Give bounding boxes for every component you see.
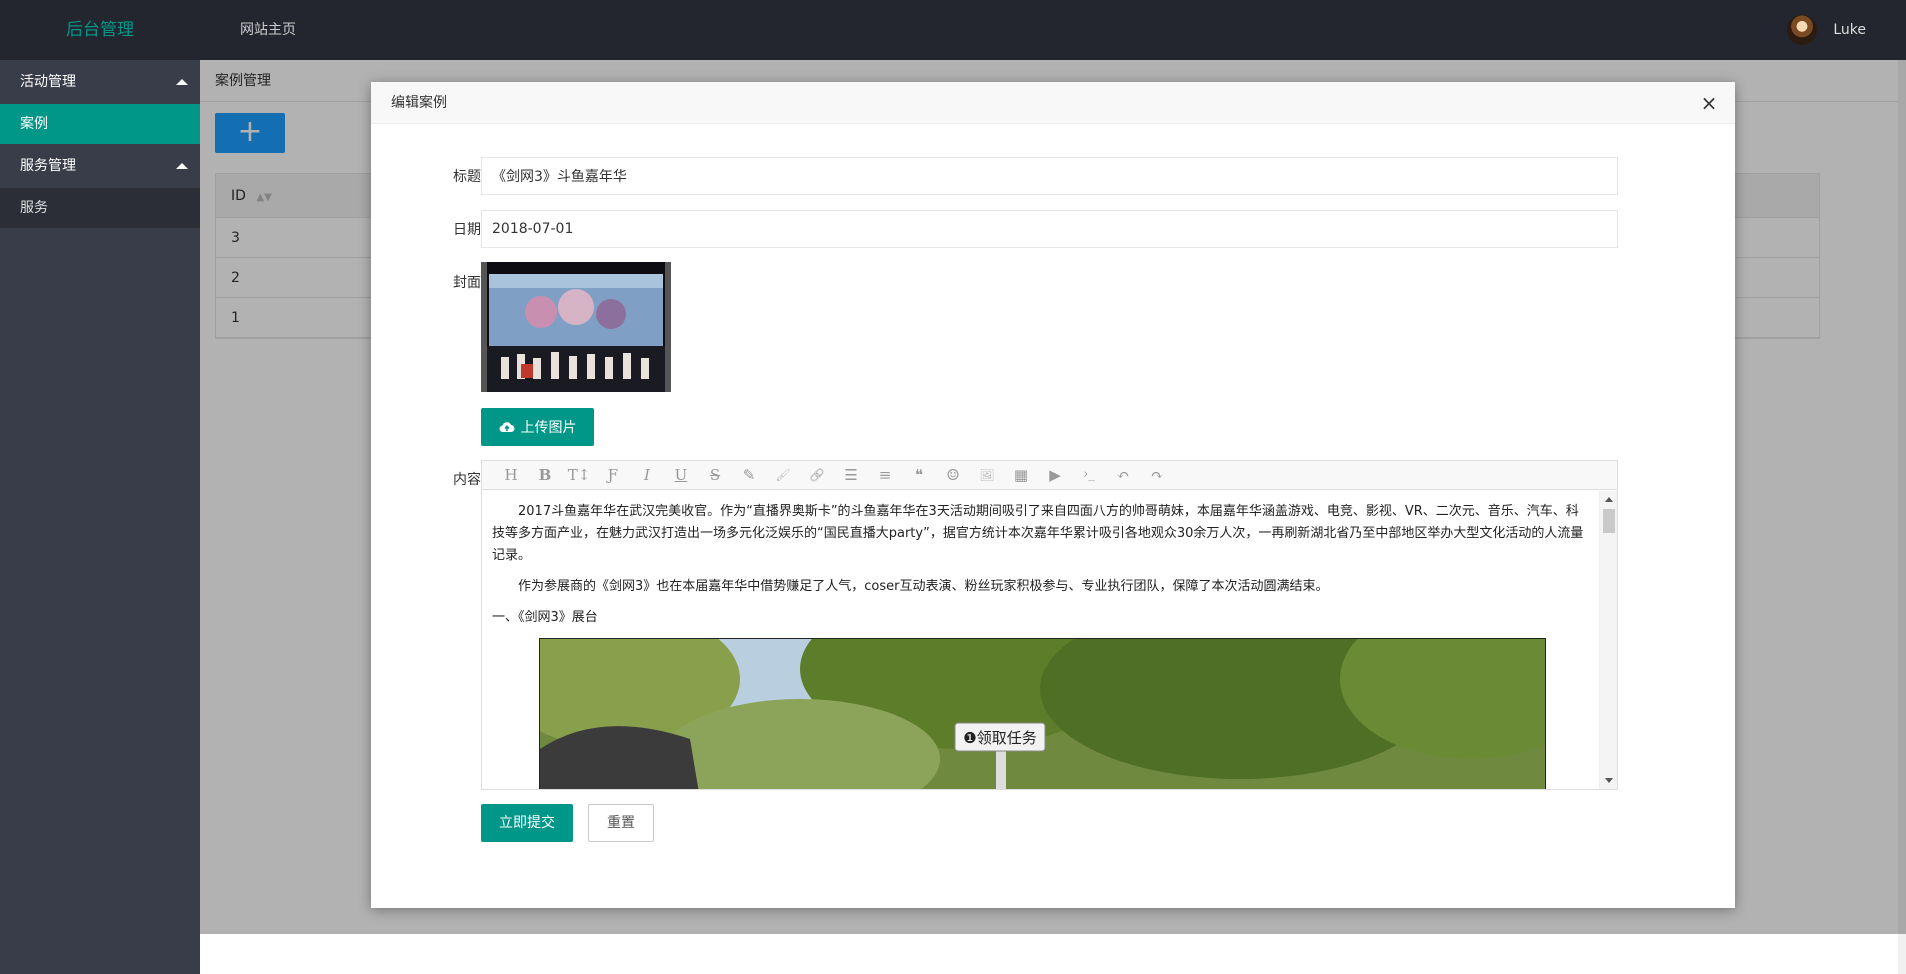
date-field[interactable] <box>481 210 1618 248</box>
scroll-up-icon[interactable] <box>1605 497 1613 502</box>
content-paragraph: 作为参展商的《剑网3》也在本届嘉年华中借势赚足了人气，coser互动表演、粉丝玩… <box>518 579 1329 594</box>
strikethrough-icon[interactable]: S <box>698 461 732 489</box>
redo-icon[interactable]: ↷ <box>1140 461 1174 489</box>
sidebar-group-label: 服务管理 <box>20 158 76 174</box>
caret-up-icon <box>176 163 188 169</box>
nav-website-home[interactable]: 网站主页 <box>240 0 296 60</box>
italic-icon[interactable]: I <box>630 461 664 489</box>
sidebar: 活动管理 案例 服务管理 服务 <box>0 60 200 974</box>
app-logo[interactable]: 后台管理 <box>0 0 200 60</box>
sidebar-group-label: 活动管理 <box>20 74 76 90</box>
caret-up-icon <box>176 79 188 85</box>
editor-toolbar: H B T↕ Ƒ I U S ✎ 🖌 🔗 ☰ ≡ ❝ ☺ 🖼 ▦ ▶ ›_ ↶ … <box>482 461 1617 490</box>
scroll-down-icon[interactable] <box>1605 778 1613 783</box>
date-label: 日期 <box>453 222 481 238</box>
avatar[interactable] <box>1787 15 1818 45</box>
scroll-thumb[interactable] <box>1603 509 1615 533</box>
undo-icon[interactable]: ↶ <box>1106 461 1140 489</box>
reset-button[interactable]: 重置 <box>588 804 654 842</box>
link-icon[interactable]: 🔗 <box>800 461 834 489</box>
sidebar-item-service[interactable]: 服务 <box>0 188 200 228</box>
font-family-icon[interactable]: Ƒ <box>596 461 630 489</box>
edit-case-dialog: 编辑案例 × 标题 日期 封面 <box>371 82 1735 908</box>
title-label: 标题 <box>453 169 481 185</box>
cover-label: 封面 <box>453 275 481 291</box>
sidebar-item-case[interactable]: 案例 <box>0 104 200 144</box>
submit-button[interactable]: 立即提交 <box>481 804 573 842</box>
bold-icon[interactable]: B <box>528 461 562 489</box>
align-icon[interactable]: ≡ <box>868 461 902 489</box>
title-field[interactable] <box>481 157 1618 195</box>
table-icon[interactable]: ▦ <box>1004 461 1038 489</box>
cloud-upload-icon <box>498 422 514 433</box>
editor-content[interactable]: 2017斗鱼嘉年华在武汉完美收官。作为“直播界奥斯卡”的斗鱼嘉年华在3天活动期间… <box>482 491 1599 789</box>
top-header: 后台管理 网站主页 Luke <box>0 0 1906 60</box>
upload-button-label: 上传图片 <box>520 420 577 436</box>
list-icon[interactable]: ☰ <box>834 461 868 489</box>
cover-image[interactable] <box>481 262 671 392</box>
content-label: 内容 <box>453 472 481 488</box>
cover-photo <box>481 262 671 392</box>
dialog-title: 编辑案例 <box>371 82 1735 124</box>
heading-icon[interactable]: H <box>494 461 528 489</box>
video-icon[interactable]: ▶ <box>1038 461 1072 489</box>
photo-sign-text: ❶领取任务 <box>963 729 1036 747</box>
text-color-icon[interactable]: ✎ <box>732 461 766 489</box>
code-icon[interactable]: ›_ <box>1072 461 1106 489</box>
content-image[interactable]: ❶领取任务 <box>539 638 1546 789</box>
editor-scrollbar[interactable] <box>1599 491 1617 789</box>
background-color-icon[interactable]: 🖌 <box>766 461 800 489</box>
content-paragraph: 2017斗鱼嘉年华在武汉完美收官。作为“直播界奥斯卡”的斗鱼嘉年华在3天活动期间… <box>492 504 1584 563</box>
font-size-icon[interactable]: T↕ <box>562 461 596 489</box>
username[interactable]: Luke <box>1833 22 1866 38</box>
image-icon[interactable]: 🖼 <box>970 461 1004 489</box>
trees-photo: ❶领取任务 <box>540 639 1545 789</box>
content-paragraph: 一、《剑网3》展台 <box>492 610 598 625</box>
close-icon[interactable]: × <box>1697 91 1721 115</box>
emoji-icon[interactable]: ☺ <box>936 461 970 489</box>
upload-image-button[interactable]: 上传图片 <box>481 408 594 446</box>
sidebar-group-activity[interactable]: 活动管理 <box>0 60 200 104</box>
quote-icon[interactable]: ❝ <box>902 461 936 489</box>
sidebar-group-service[interactable]: 服务管理 <box>0 144 200 188</box>
user-menu[interactable]: Luke <box>1787 0 1866 60</box>
rich-text-editor[interactable]: H B T↕ Ƒ I U S ✎ 🖌 🔗 ☰ ≡ ❝ ☺ 🖼 ▦ ▶ ›_ ↶ … <box>481 460 1618 790</box>
underline-icon[interactable]: U <box>664 461 698 489</box>
